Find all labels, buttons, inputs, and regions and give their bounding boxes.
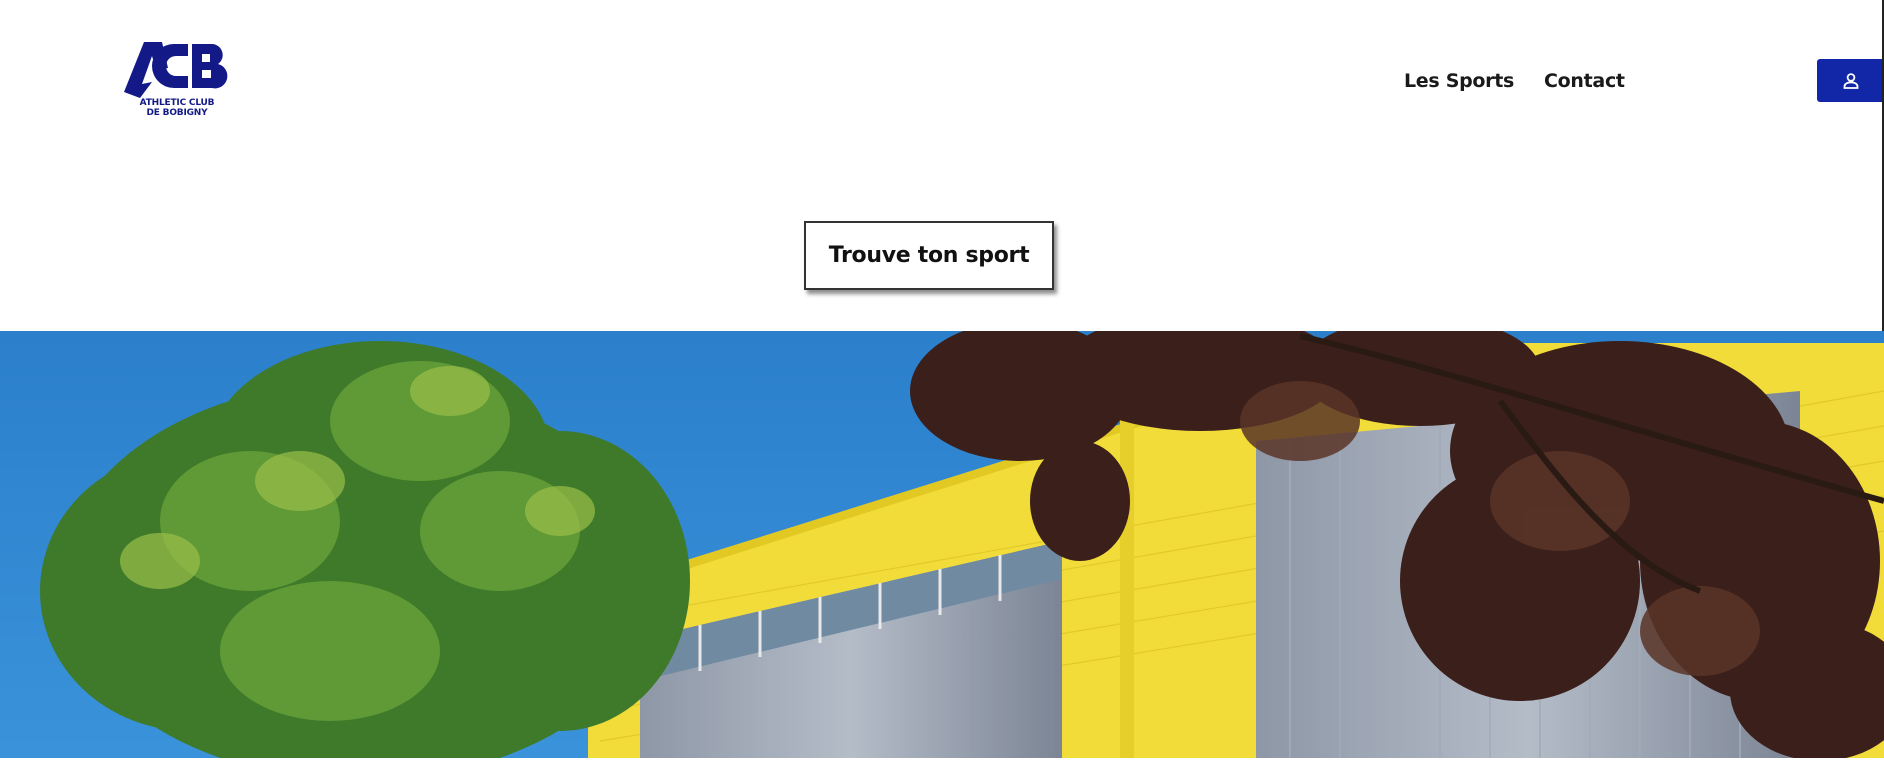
main-nav: Les Sports Contact [1404,70,1625,92]
nav-item-contact[interactable]: Contact [1544,70,1625,92]
logo-mark-icon [124,42,228,98]
account-button[interactable] [1817,59,1884,102]
club-logo[interactable]: ATHLETIC CLUB DE BOBIGNY [122,38,232,122]
logo-caption: ATHLETIC CLUB DE BOBIGNY [122,98,232,118]
find-your-sport-label: Trouve ton sport [828,243,1030,268]
gymnasium-photo [0,331,1884,758]
nav-item-les-sports[interactable]: Les Sports [1404,70,1514,92]
find-your-sport-button[interactable]: Trouve ton sport [804,221,1054,290]
logo-caption-line2: DE BOBIGNY [146,108,208,118]
hero-image [0,331,1884,758]
user-icon [1843,72,1858,89]
logo-caption-line1: ATHLETIC CLUB [139,98,215,108]
